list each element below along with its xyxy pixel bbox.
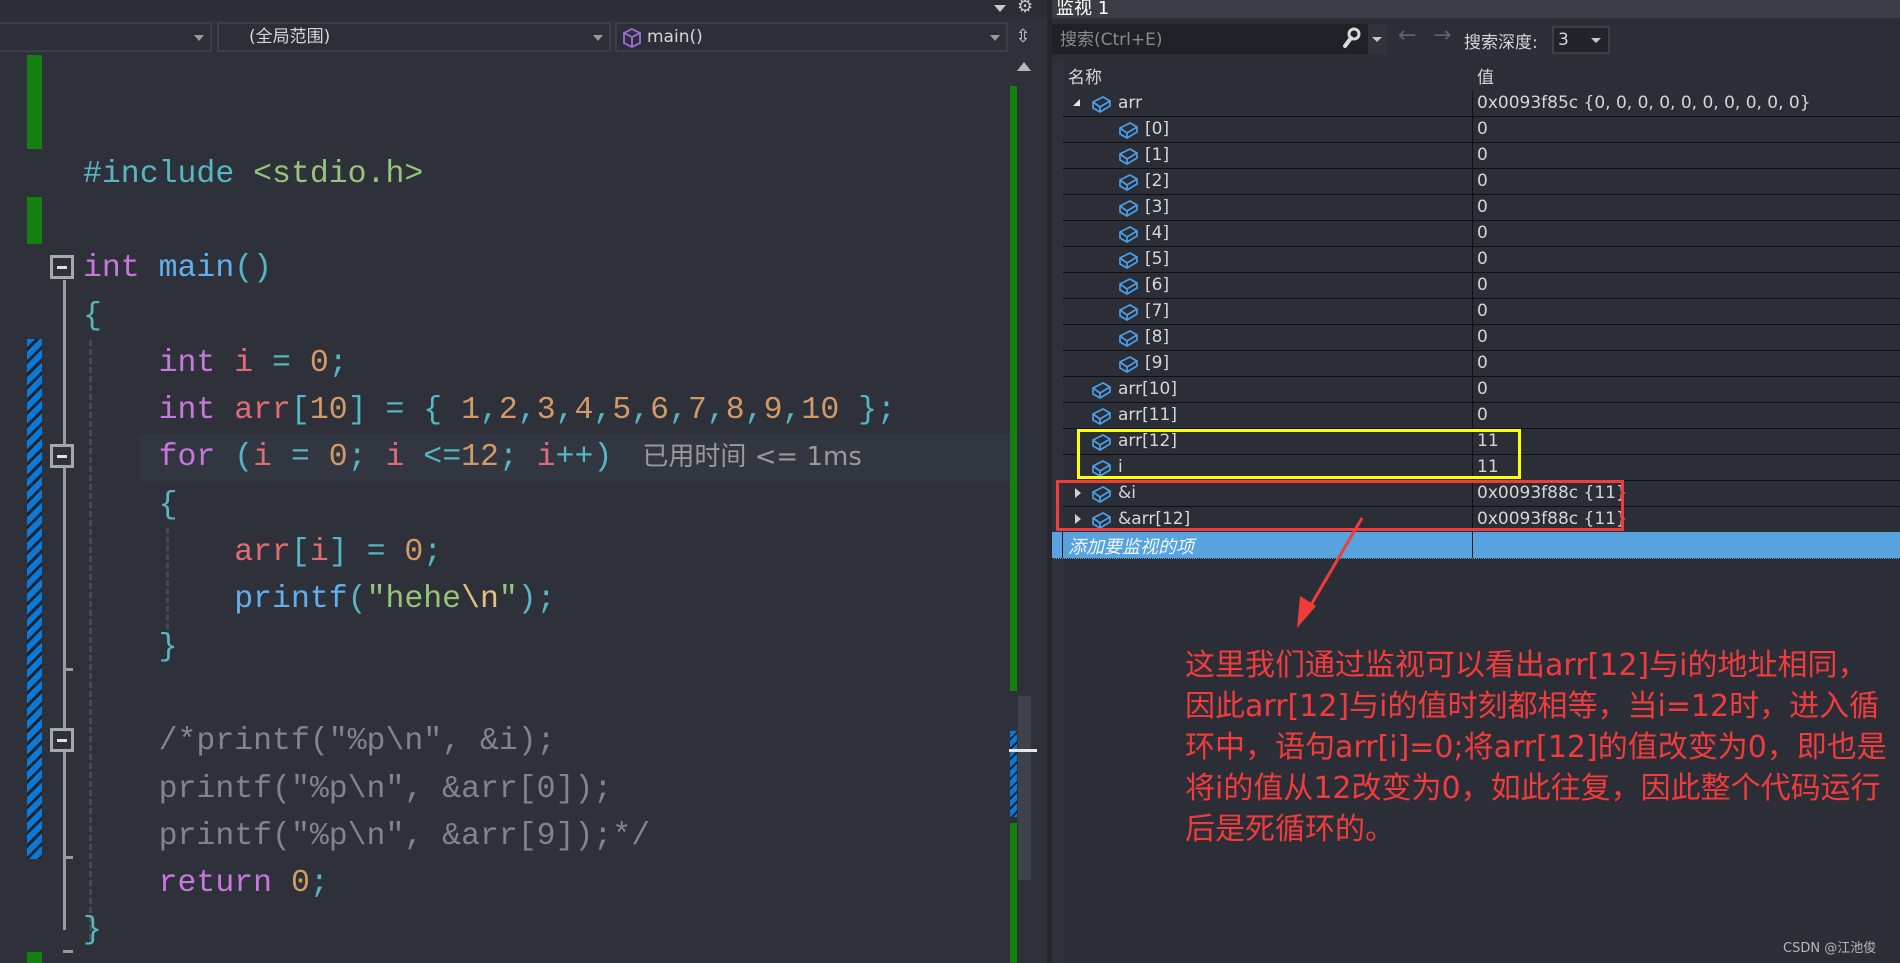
annotation-arrow-icon	[1297, 517, 1364, 628]
annotation-text: 这里我们通过监视可以看出arr[12]与i的地址相同，因此arr[12]与i的值…	[1185, 648, 1887, 847]
watermark: CSDN @江池俊	[1783, 941, 1877, 956]
